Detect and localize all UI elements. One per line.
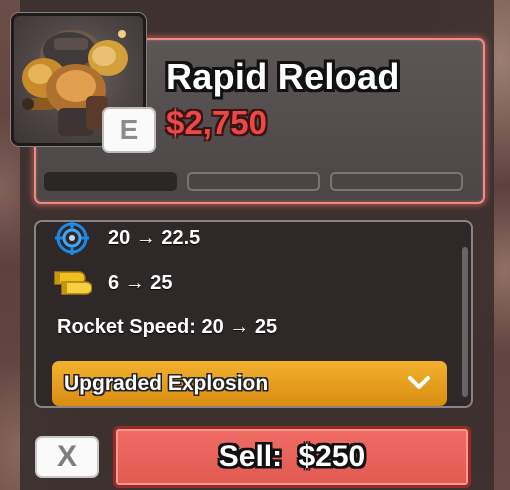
upgrade-progress-segment-3: [330, 172, 463, 191]
stat-damage-value: 6 → 25: [108, 271, 173, 294]
stat-row-range: 20 → 22.5: [52, 218, 200, 258]
stat-rocket-speed-value: Rocket Speed: 20 → 25: [57, 316, 278, 338]
stat-range-value: 20 → 22.5: [108, 226, 201, 249]
upgrade-title: Rapid Reload: [166, 56, 400, 97]
sell-label: Sell: $250: [218, 440, 366, 473]
chevron-down-icon: [408, 376, 430, 389]
dropdown-label: Upgraded Explosion: [64, 371, 269, 395]
stats-scrollbar[interactable]: [462, 247, 468, 397]
upgrade-price: $2,750: [166, 104, 267, 141]
crosshair-icon: [52, 218, 92, 258]
rarity-letter: E: [119, 114, 139, 145]
upgrade-progress-segment-2: [187, 172, 320, 191]
sell-button[interactable]: Sell: $250: [113, 426, 471, 488]
bullets-icon: [52, 263, 92, 303]
stat-row-rocket-speed: Rocket Speed: 20 → 25: [57, 316, 277, 339]
close-label: X: [56, 440, 77, 473]
upgrade-progress-segment-1: [44, 172, 177, 191]
rarity-badge: E: [102, 107, 156, 153]
ability-dropdown[interactable]: Upgraded Explosion: [52, 361, 447, 406]
stat-row-damage: 6 → 25: [52, 263, 172, 303]
close-button[interactable]: X: [35, 436, 99, 478]
